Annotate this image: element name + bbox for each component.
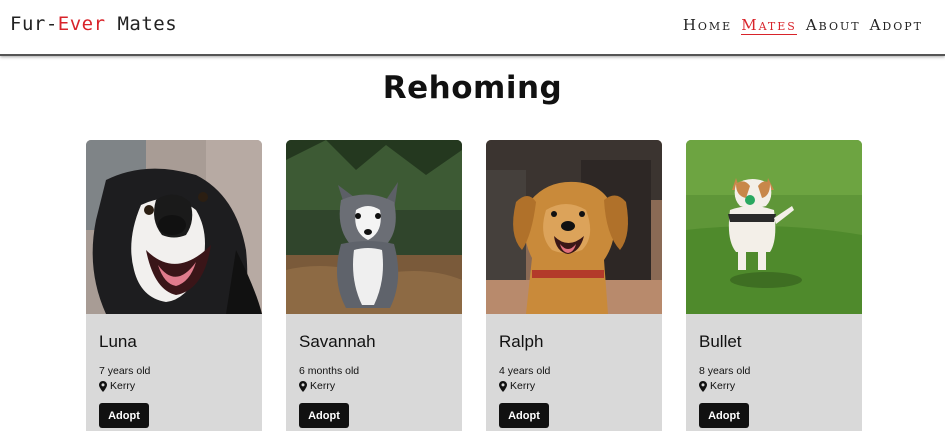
pet-name: Bullet [699,332,742,351]
pet-card: Ralph 4 years old Kerry Adopt [486,140,662,431]
pet-card-body: Bullet 8 years old Kerry Adopt [686,314,862,428]
map-pin-icon [99,380,107,392]
pet-photo-border-collie [86,140,262,314]
map-pin-icon [699,380,707,392]
pet-name: Ralph [499,332,544,351]
logo-accent: Ever [57,13,106,35]
pet-name: Luna [99,332,137,351]
logo-part-1: Fur- [10,13,58,35]
nav-mates-link[interactable]: Mates [741,16,797,35]
pet-photo-husky-puppy [286,140,462,314]
pet-location: Kerry [299,380,449,392]
map-pin-icon [299,380,307,392]
pet-card-body: Savannah 6 months old Kerry Adopt [286,314,462,428]
pet-location: Kerry [499,380,649,392]
page-title: Rehoming [382,70,563,106]
adopt-button[interactable]: Adopt [499,403,549,428]
adopt-button[interactable]: Adopt [699,403,749,428]
site-logo[interactable]: Fur-Ever Mates [10,13,177,35]
pet-location-text: Kerry [310,380,336,392]
pet-age: 4 years old [499,365,551,377]
pet-card-list: Luna 7 years old Kerry Adopt Savannah 6 … [86,140,862,431]
adopt-button[interactable]: Adopt [299,403,349,428]
main-nav: Home Mates About Adopt [683,16,923,35]
nav-home-link[interactable]: Home [683,16,732,35]
pet-card: Savannah 6 months old Kerry Adopt [286,140,462,431]
pet-location: Kerry [99,380,249,392]
pet-card: Bullet 8 years old Kerry Adopt [686,140,862,431]
navbar: Fur-Ever Mates Home Mates About Adopt [0,0,945,56]
nav-about-link[interactable]: About [806,16,861,35]
pet-location-text: Kerry [510,380,536,392]
logo-part-2: Mates [105,13,178,35]
pet-location-text: Kerry [110,380,136,392]
map-pin-icon [499,380,507,392]
nav-adopt-link[interactable]: Adopt [870,16,923,35]
pet-location-text: Kerry [710,380,736,392]
pet-photo-golden-retriever [486,140,662,314]
pet-card-body: Ralph 4 years old Kerry Adopt [486,314,662,428]
pet-name: Savannah [299,332,376,351]
pet-age: 8 years old [699,365,751,377]
pet-age: 6 months old [299,365,360,377]
pet-photo-jack-russell [686,140,862,314]
adopt-button[interactable]: Adopt [99,403,149,428]
pet-card-body: Luna 7 years old Kerry Adopt [86,314,262,428]
pet-card: Luna 7 years old Kerry Adopt [86,140,262,431]
pet-age: 7 years old [99,365,151,377]
pet-location: Kerry [699,380,849,392]
